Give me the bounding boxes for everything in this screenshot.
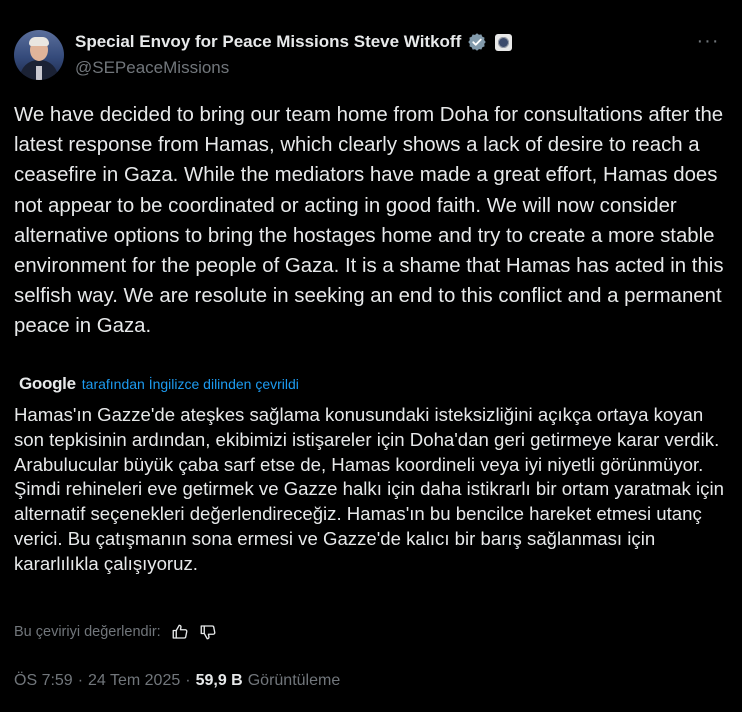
- tweet-time[interactable]: ÖS 7:59: [14, 672, 73, 690]
- display-name[interactable]: Special Envoy for Peace Missions Steve W…: [75, 32, 461, 52]
- handle[interactable]: @SEPeaceMissions: [75, 58, 229, 78]
- thumbs-up-icon[interactable]: [171, 623, 189, 641]
- more-icon[interactable]: ···: [696, 31, 720, 54]
- views-label: Görüntüleme: [247, 672, 341, 689]
- separator: ·: [77, 672, 84, 689]
- tweet-date[interactable]: 24 Tem 2025: [88, 672, 180, 690]
- translated-by-link[interactable]: tarafından İngilizce dilinden çevrildi: [82, 376, 299, 392]
- google-logo: Google: [19, 374, 76, 393]
- separator: ·: [185, 672, 191, 689]
- tweet-meta: ÖS 7:59 · 24 Tem 2025 · 59,9 B Görüntüle…: [14, 672, 340, 690]
- name-row: Special Envoy for Peace Missions Steve W…: [75, 32, 513, 52]
- translation-attribution: Google tarafından İngilizce dilinden çev…: [19, 374, 299, 394]
- verified-badge-icon[interactable]: [467, 32, 487, 52]
- thumbs-down-icon[interactable]: [199, 623, 217, 641]
- tweet-header: Special Envoy for Peace Missions Steve W…: [14, 28, 728, 84]
- government-seal-icon[interactable]: [495, 33, 513, 51]
- rate-translation-label: Bu çeviriyi değerlendir:: [14, 624, 161, 640]
- rate-translation: Bu çeviriyi değerlendir:: [14, 623, 217, 641]
- views-count: 59,9 B: [195, 672, 243, 689]
- avatar[interactable]: [14, 30, 64, 80]
- translated-text: Hamas'ın Gazze'de ateşkes sağlama konusu…: [14, 404, 724, 574]
- tweet-text: We have decided to bring our team home f…: [14, 104, 724, 338]
